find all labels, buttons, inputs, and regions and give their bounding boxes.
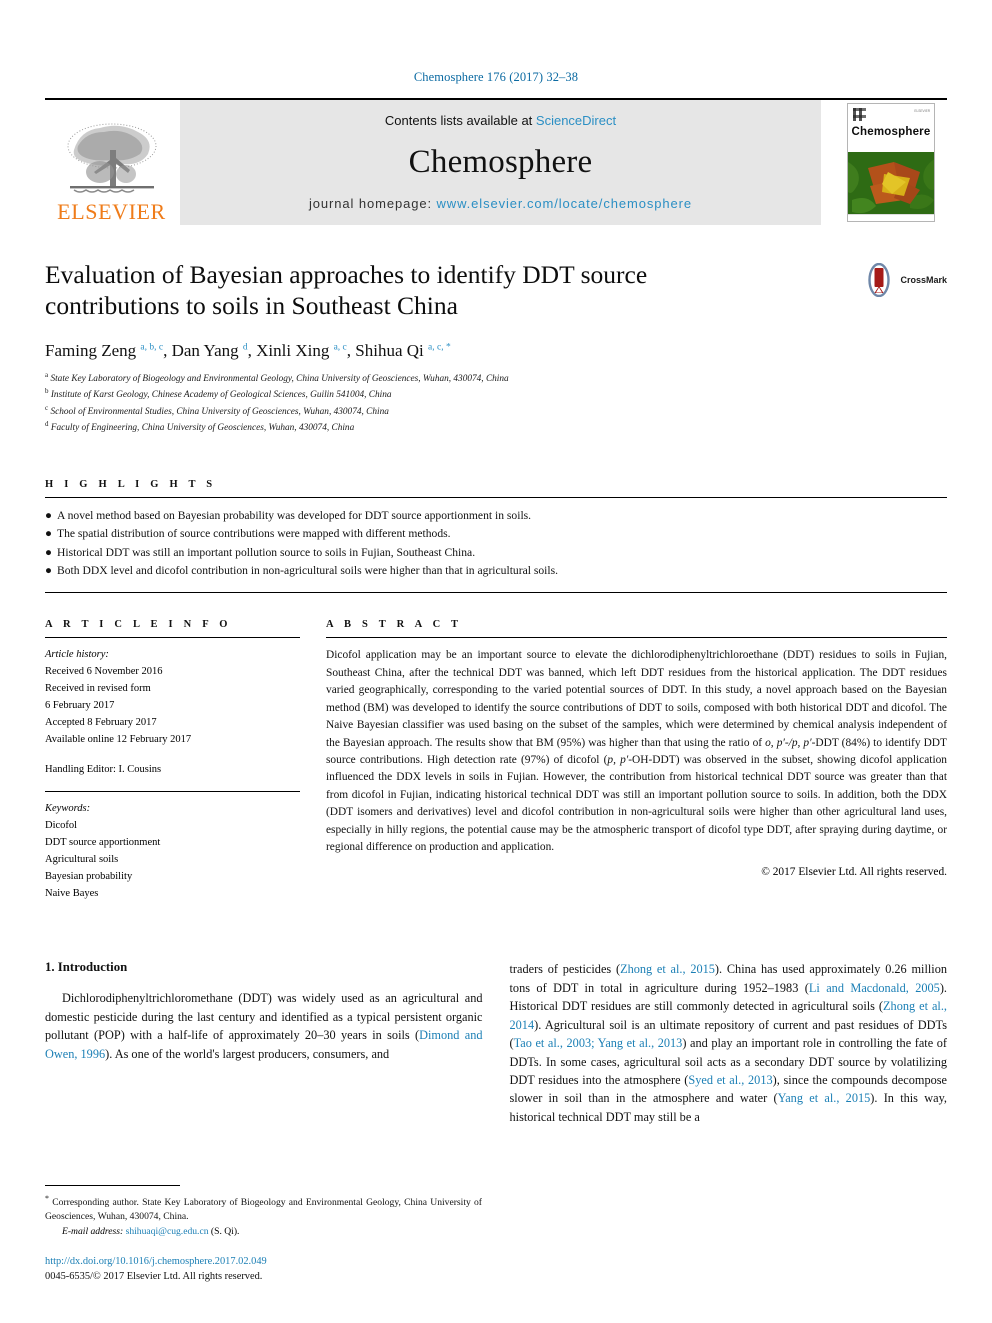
bullet-icon: ●: [45, 509, 53, 523]
intro-paragraph-left: Dichlorodiphenyltrichloromethane (DDT) w…: [45, 991, 483, 1061]
cover-leaves-image: [848, 152, 934, 214]
article-body: 1. Introduction Dichlorodiphenyltrichlor…: [45, 960, 947, 1126]
title-block: Evaluation of Bayesian approaches to ide…: [45, 259, 947, 435]
contents-prefix: Contents lists available at: [384, 113, 536, 128]
body-column-left: 1. Introduction Dichlorodiphenyltrichlor…: [45, 960, 483, 1126]
handling-editor: Handling Editor: I. Cousins: [45, 764, 162, 776]
issn-copyright-line: 0045-6535/© 2017 Elsevier Ltd. All right…: [45, 1271, 263, 1283]
affiliation-marker: a: [45, 371, 49, 380]
affiliation-item: b Institute of Karst Geology, Chinese Ac…: [45, 386, 947, 402]
bullet-icon: ●: [45, 564, 53, 578]
homepage-prefix: journal homepage:: [309, 196, 437, 211]
journal-band: Contents lists available at ScienceDirec…: [180, 100, 821, 225]
affiliation-marker: c: [45, 403, 49, 412]
highlights-section: H I G H L I G H T S ● A novel method base…: [45, 479, 947, 594]
highlights-heading: H I G H L I G H T S: [45, 479, 217, 491]
body-column-right: traders of pesticides (Zhong et al., 201…: [510, 960, 948, 1126]
keyword-item: Agricultural soils: [45, 854, 119, 866]
keyword-item: Naive Bayes: [45, 888, 99, 900]
running-head: Chemosphere 176 (2017) 32–38: [413, 70, 579, 84]
keywords-label: Keywords:: [45, 803, 91, 815]
keyword-item: Bayesian probability: [45, 871, 133, 883]
abstract-text: Dicofol application may be an important …: [326, 649, 948, 854]
elsevier-wordmark: ELSEVIER: [57, 199, 166, 224]
crossmark-badge[interactable]: CrossMark: [862, 263, 947, 297]
article-info-body: Article history: Received 6 November 201…: [45, 637, 300, 778]
highlight-text: A novel method based on Bayesian probabi…: [57, 509, 532, 523]
article-history-line: Received in revised form: [45, 683, 151, 695]
cover-artwork: [848, 152, 934, 214]
author-list: Faming Zeng a, b, c, Dan Yang d, Xinli X…: [45, 341, 451, 361]
bullet-icon: ●: [45, 545, 53, 559]
affiliation-text: Institute of Karst Geology, Chinese Acad…: [50, 390, 392, 401]
article-info-heading: A R T I C L E I N F O: [45, 619, 232, 631]
affiliation-item: c School of Environmental Studies, China…: [45, 403, 947, 419]
highlight-item: ● The spatial distribution of source cont…: [45, 525, 947, 543]
crossmark-label: CrossMark: [900, 275, 947, 285]
affiliation-text: Faculty of Engineering, China University…: [50, 422, 355, 433]
abstract-body: Dicofol application may be an important …: [326, 637, 948, 878]
corresponding-author-note: * Corresponding author. State Key Labora…: [45, 1193, 482, 1223]
contents-available-line: Contents lists available at ScienceDirec…: [385, 113, 616, 128]
elsevier-tree-icon: [67, 123, 156, 193]
cover-qr-icon: [853, 108, 866, 121]
cover-journal-title: Chemosphere: [851, 126, 931, 138]
abstract-column: A B S T R A C T Dicofol application may …: [326, 619, 947, 902]
info-and-abstract: A R T I C L E I N F O Article history: R…: [45, 619, 947, 902]
article-history-line: Accepted 8 February 2017: [45, 717, 157, 729]
crossmark-icon: [868, 263, 891, 297]
intro-paragraph-right: traders of pesticides (Zhong et al., 201…: [509, 962, 948, 1124]
paper-page: Chemosphere 176 (2017) 32–38 ELSEVIER Co…: [0, 0, 992, 1323]
bullet-icon: ●: [45, 527, 53, 541]
highlights-list: ● A novel method based on Bayesian probab…: [45, 497, 947, 594]
abstract-copyright: © 2017 Elsevier Ltd. All rights reserved…: [761, 865, 947, 878]
journal-homepage-line: journal homepage: www.elsevier.com/locat…: [309, 196, 692, 211]
highlight-text: Both DDX level and dicofol contribution …: [57, 564, 558, 578]
elsevier-logo: ELSEVIER: [45, 100, 178, 225]
article-info-column: A R T I C L E I N F O Article history: R…: [45, 619, 300, 902]
journal-cover-thumbnail: ELSEVIER Chemosphere: [835, 100, 947, 225]
keywords-block: Keywords: Dicofol DDT source apportionme…: [45, 791, 300, 902]
email-label: E-mail address:: [62, 1225, 124, 1237]
sciencedirect-link[interactable]: ScienceDirect: [536, 113, 616, 128]
journal-masthead: ELSEVIER Contents lists available at Sci…: [45, 98, 947, 225]
doi-link[interactable]: http://dx.doi.org/10.1016/j.chemosphere.…: [45, 1254, 482, 1270]
affiliation-item: d Faculty of Engineering, China Universi…: [45, 419, 947, 435]
cover-footer-strip: [848, 214, 934, 221]
affiliation-marker: d: [45, 419, 49, 428]
highlight-text: The spatial distribution of source contr…: [57, 527, 451, 541]
affiliation-list: a State Key Laboratory of Biogeology and…: [45, 370, 947, 435]
affiliation-text: State Key Laboratory of Biogeology and E…: [50, 374, 509, 385]
highlight-text: Historical DDT was still an important po…: [57, 545, 476, 559]
highlight-item: ● Both DDX level and dicofol contribution…: [45, 562, 947, 580]
article-history-line: 6 February 2017: [45, 700, 115, 712]
email-link[interactable]: shihuaqi@cug.edu.cn: [126, 1226, 209, 1237]
email-line: E-mail address: shihuaqi@cug.edu.cn (S. …: [45, 1225, 482, 1240]
highlight-item: ● Historical DDT was still an important p…: [45, 544, 947, 562]
abstract-heading: A B S T R A C T: [326, 619, 463, 631]
section-heading-introduction: 1. Introduction: [45, 960, 128, 975]
email-suffix: (S. Qi).: [210, 1225, 240, 1237]
affiliation-item: a State Key Laboratory of Biogeology and…: [45, 370, 947, 386]
journal-homepage-link[interactable]: www.elsevier.com/locate/chemosphere: [437, 196, 693, 211]
keyword-item: Dicofol: [45, 820, 78, 832]
cover-publisher-text: ELSEVIER: [914, 109, 930, 113]
page-title: Evaluation of Bayesian approaches to ide…: [45, 260, 648, 321]
footer-divider: [45, 1184, 180, 1186]
journal-title: Chemosphere: [408, 143, 593, 180]
highlight-item: ● A novel method based on Bayesian probab…: [45, 507, 947, 525]
keyword-item: DDT source apportionment: [45, 837, 161, 849]
article-history-line: Available online 12 February 2017: [45, 734, 192, 746]
affiliation-marker: b: [45, 387, 49, 396]
page-footer: * Corresponding author. State Key Labora…: [45, 1184, 482, 1285]
article-history-line: Received 6 November 2016: [45, 666, 163, 678]
affiliation-text: School of Environmental Studies, China U…: [50, 406, 389, 417]
article-history-label: Article history:: [45, 649, 109, 661]
